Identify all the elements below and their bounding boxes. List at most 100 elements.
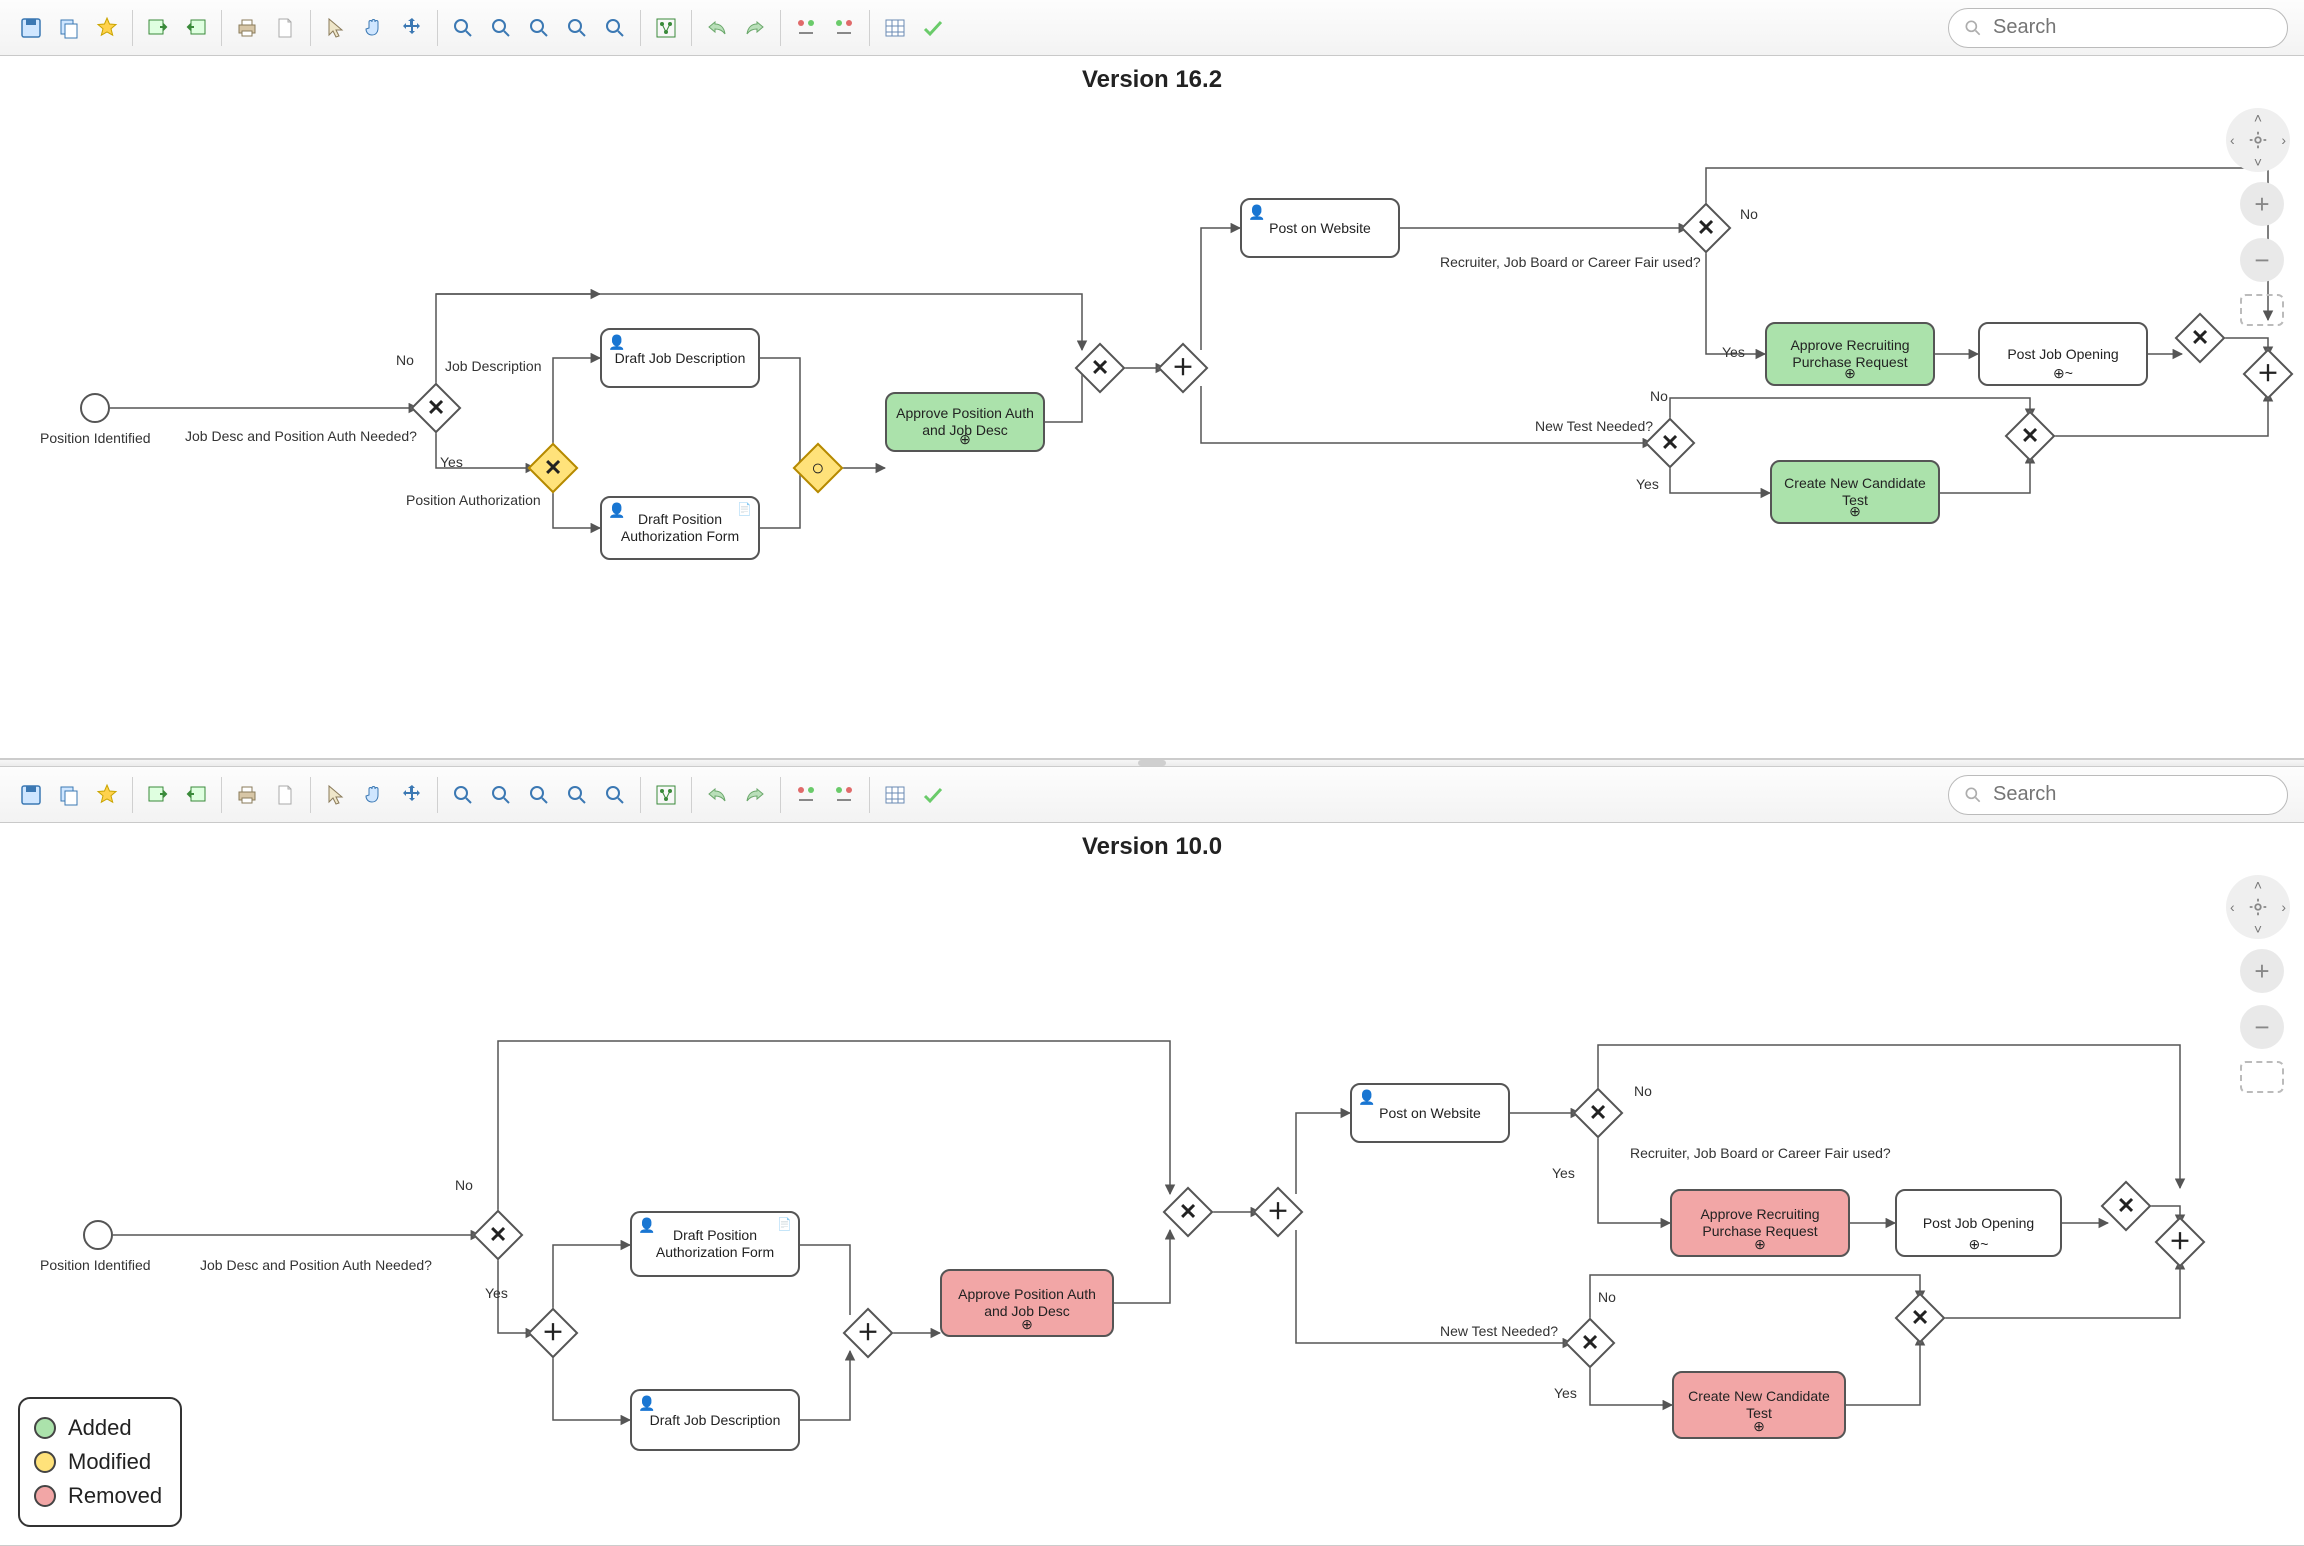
- task-create-test[interactable]: Create New Candidate Test ⊕: [1672, 1371, 1846, 1439]
- gateway-parallel[interactable]: ＋: [1253, 1187, 1304, 1238]
- gateway-merge-test[interactable]: ✕: [2005, 411, 2056, 462]
- page-setup-button[interactable]: [268, 11, 302, 45]
- gateway-merge-recruiter[interactable]: ✕: [2175, 313, 2226, 364]
- table-view-button[interactable]: [878, 778, 912, 812]
- gateway-recruiter[interactable]: ✕: [1573, 1088, 1624, 1139]
- zoom-in-button[interactable]: [446, 11, 480, 45]
- zoom-in-button[interactable]: [446, 778, 480, 812]
- gateway-parallel-end[interactable]: ＋: [2155, 1217, 2206, 1268]
- gateway-merge-x[interactable]: ✕: [1075, 343, 1126, 394]
- redo-button[interactable]: [738, 11, 772, 45]
- new-button[interactable]: [90, 11, 124, 45]
- undo-button[interactable]: [700, 778, 734, 812]
- save-button[interactable]: [14, 11, 48, 45]
- zoom-actual-button[interactable]: [522, 11, 556, 45]
- gateway-parallel-end[interactable]: ＋: [2243, 349, 2294, 400]
- target-icon: [2247, 896, 2269, 918]
- chevron-down-icon: ˅: [2254, 154, 2262, 170]
- compare-left-button[interactable]: [789, 778, 823, 812]
- zoom-selection-button[interactable]: [598, 778, 632, 812]
- task-draft-pa[interactable]: 👤 📄 Draft Position Authorization Form: [630, 1211, 800, 1277]
- pan-tool-button[interactable]: [357, 11, 391, 45]
- zoom-out-button[interactable]: −: [2240, 1005, 2284, 1049]
- save-button[interactable]: [14, 778, 48, 812]
- gateway-merge-recruiter[interactable]: ✕: [2101, 1181, 2152, 1232]
- print-button[interactable]: [230, 778, 264, 812]
- zoom-fit-button[interactable]: [560, 778, 594, 812]
- chevron-left-icon: ‹: [2230, 899, 2235, 915]
- start-event[interactable]: [80, 393, 110, 423]
- print-button[interactable]: [230, 11, 264, 45]
- copy-button[interactable]: [52, 11, 86, 45]
- search-input[interactable]: [1991, 15, 2273, 40]
- compare-left-button[interactable]: [789, 11, 823, 45]
- zoom-out-button[interactable]: [484, 11, 518, 45]
- move-tool-button[interactable]: [395, 11, 429, 45]
- pointer-tool-button[interactable]: [319, 11, 353, 45]
- start-event[interactable]: [83, 1220, 113, 1250]
- zoom-out-button[interactable]: [484, 778, 518, 812]
- zoom-out-button[interactable]: −: [2240, 238, 2284, 282]
- diagram-canvas-top[interactable]: Position Identified ✕ Job Desc and Posit…: [0, 98, 2304, 758]
- gateway-needed[interactable]: ✕: [411, 383, 462, 434]
- diagram-canvas-bottom[interactable]: Position Identified ✕ Job Desc and Posit…: [0, 865, 2304, 1545]
- nav-pad[interactable]: ‹ › ˄ ˅: [2226, 875, 2290, 939]
- chevron-right-icon: ›: [2281, 132, 2286, 148]
- pointer-tool-button[interactable]: [319, 778, 353, 812]
- task-draft-jd[interactable]: 👤 Draft Job Description: [600, 328, 760, 388]
- zoom-fit-button[interactable]: [560, 11, 594, 45]
- copy-button[interactable]: [52, 778, 86, 812]
- gateway-parallel[interactable]: ＋: [1158, 343, 1209, 394]
- zoom-selection-button[interactable]: [598, 11, 632, 45]
- zoom-in-button[interactable]: +: [2240, 182, 2284, 226]
- auto-layout-button[interactable]: [649, 11, 683, 45]
- gateway-parallel-merge[interactable]: ＋: [843, 1308, 894, 1359]
- new-button[interactable]: [90, 778, 124, 812]
- legend-dot-modified: [34, 1451, 56, 1473]
- task-post-website[interactable]: 👤 Post on Website: [1350, 1083, 1510, 1143]
- task-draft-jd[interactable]: 👤 Draft Job Description: [630, 1389, 800, 1451]
- search-input[interactable]: [1991, 782, 2273, 807]
- fit-screen-button[interactable]: [2240, 294, 2284, 326]
- export-button[interactable]: [179, 11, 213, 45]
- validate-button[interactable]: [916, 11, 950, 45]
- search-box[interactable]: [1948, 775, 2288, 815]
- import-button[interactable]: [141, 778, 175, 812]
- page-setup-button[interactable]: [268, 778, 302, 812]
- export-button[interactable]: [179, 778, 213, 812]
- undo-button[interactable]: [700, 11, 734, 45]
- task-approve-rpr[interactable]: Approve Recruiting Purchase Request ⊕: [1765, 322, 1935, 386]
- gateway-parallel-branch[interactable]: ＋: [528, 1308, 579, 1359]
- task-approve[interactable]: Approve Position Auth and Job Desc ⊕: [885, 392, 1045, 452]
- fit-screen-button[interactable]: [2240, 1061, 2284, 1093]
- task-post-website[interactable]: 👤 Post on Website: [1240, 198, 1400, 258]
- task-approve-rpr[interactable]: Approve Recruiting Purchase Request ⊕: [1670, 1189, 1850, 1257]
- gateway-merge-test[interactable]: ✕: [1895, 1293, 1946, 1344]
- compare-right-button[interactable]: [827, 11, 861, 45]
- move-tool-button[interactable]: [395, 778, 429, 812]
- pan-tool-button[interactable]: [357, 778, 391, 812]
- loop-icon: ⊕~: [2053, 365, 2073, 382]
- task-post-opening[interactable]: Post Job Opening ⊕~: [1895, 1189, 2062, 1257]
- gateway-needed[interactable]: ✕: [473, 1210, 524, 1261]
- import-button[interactable]: [141, 11, 175, 45]
- gateway-newtest[interactable]: ✕: [1565, 1318, 1616, 1369]
- splitter-handle[interactable]: [0, 759, 2304, 767]
- nav-pad[interactable]: ‹ › ˄ ˅: [2226, 108, 2290, 172]
- task-draft-pa[interactable]: 👤 📄 Draft Position Authorization Form: [600, 496, 760, 560]
- task-post-opening[interactable]: Post Job Opening ⊕~: [1978, 322, 2148, 386]
- zoom-actual-button[interactable]: [522, 778, 556, 812]
- gateway-branch[interactable]: ✕: [528, 443, 579, 494]
- gateway-merge-x[interactable]: ✕: [1163, 1187, 1214, 1238]
- zoom-in-button[interactable]: +: [2240, 949, 2284, 993]
- task-approve[interactable]: Approve Position Auth and Job Desc ⊕: [940, 1269, 1114, 1337]
- compare-right-button[interactable]: [827, 778, 861, 812]
- gateway-merge-yellow[interactable]: ○: [793, 443, 844, 494]
- search-box[interactable]: [1948, 8, 2288, 48]
- task-create-test[interactable]: Create New Candidate Test ⊕: [1770, 460, 1940, 524]
- gateway-recruiter[interactable]: ✕: [1681, 203, 1732, 254]
- auto-layout-button[interactable]: [649, 778, 683, 812]
- table-view-button[interactable]: [878, 11, 912, 45]
- redo-button[interactable]: [738, 778, 772, 812]
- validate-button[interactable]: [916, 778, 950, 812]
